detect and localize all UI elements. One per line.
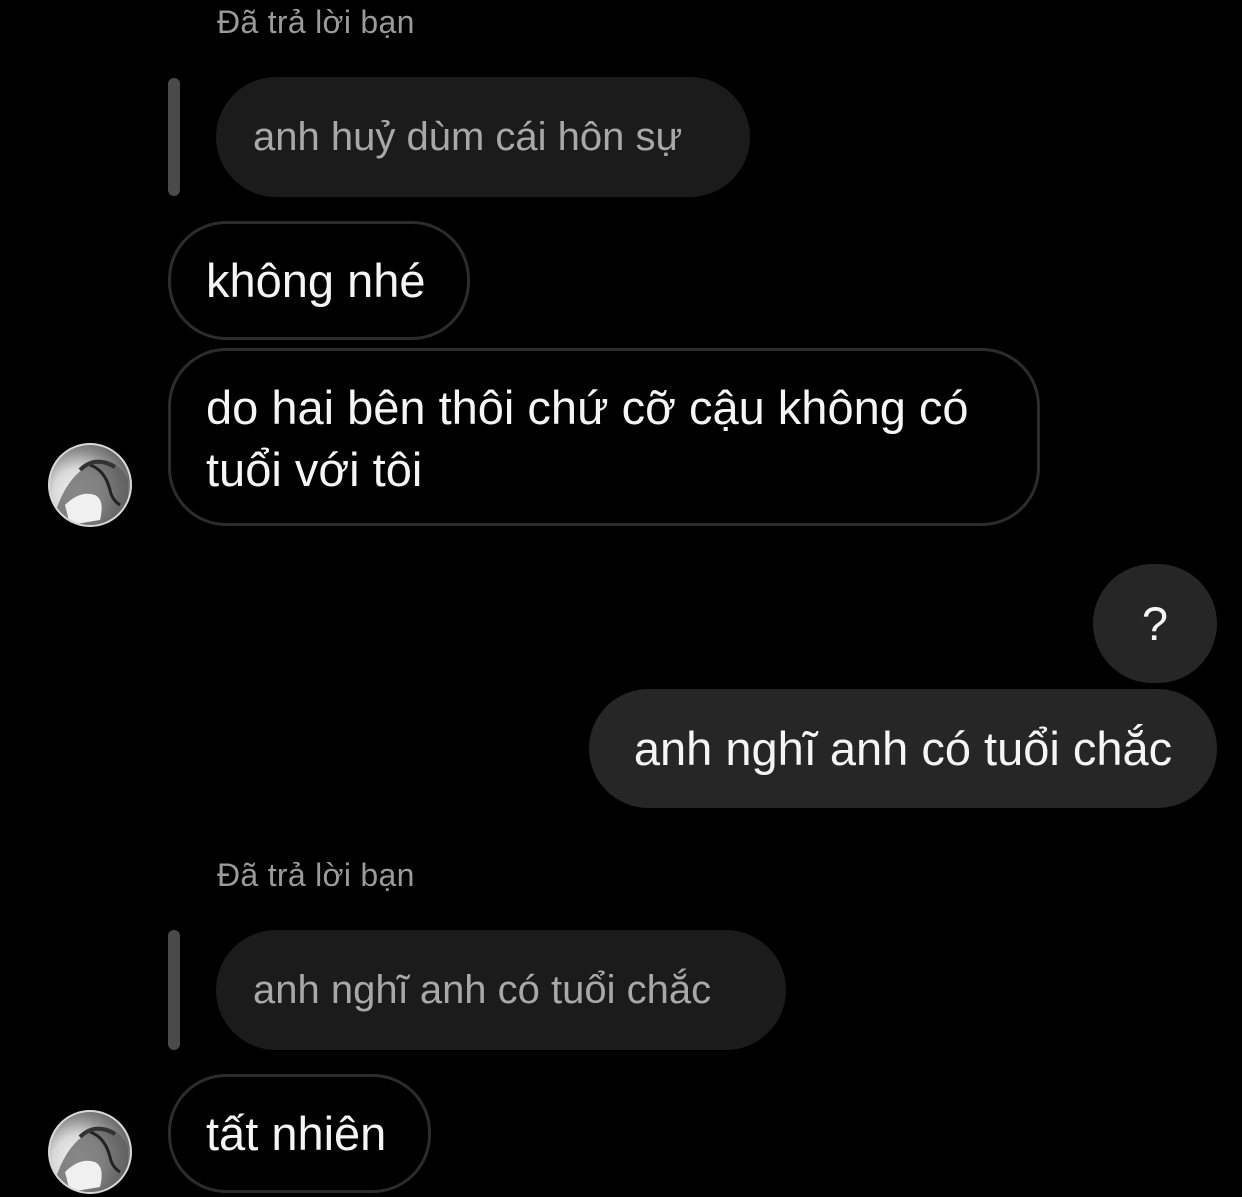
quoted-message-text: anh huỷ dùm cái hôn sự (253, 114, 683, 159)
reply-quote-bar (168, 78, 180, 196)
replied-to-you-label: Đã trả lời bạn (217, 4, 415, 40)
message-text: anh nghĩ anh có tuổi chắc (633, 722, 1173, 775)
message-text: không nhé (206, 254, 426, 307)
incoming-message-bubble[interactable]: do hai bên thôi chứ cỡ cậu không có tuổi… (168, 348, 1040, 526)
quoted-message-text: anh nghĩ anh có tuổi chắc (253, 967, 712, 1012)
profile-avatar-icon[interactable] (48, 443, 132, 527)
outgoing-message-bubble[interactable]: ? (1093, 564, 1217, 683)
quoted-message-bubble[interactable]: anh nghĩ anh có tuổi chắc (216, 930, 786, 1050)
replied-to-you-label: Đã trả lời bạn (217, 857, 415, 893)
message-text: do hai bên thôi chứ cỡ cậu không có tuổi… (206, 381, 969, 496)
message-text: ? (1141, 597, 1169, 650)
reply-quote-bar (168, 930, 180, 1050)
incoming-message-bubble[interactable]: không nhé (168, 221, 470, 340)
message-text: tất nhiên (206, 1107, 387, 1160)
outgoing-message-bubble[interactable]: anh nghĩ anh có tuổi chắc (589, 689, 1217, 808)
incoming-message-bubble[interactable]: tất nhiên (168, 1074, 431, 1193)
profile-avatar-icon[interactable] (48, 1110, 132, 1194)
quoted-message-bubble[interactable]: anh huỷ dùm cái hôn sự (216, 77, 750, 197)
